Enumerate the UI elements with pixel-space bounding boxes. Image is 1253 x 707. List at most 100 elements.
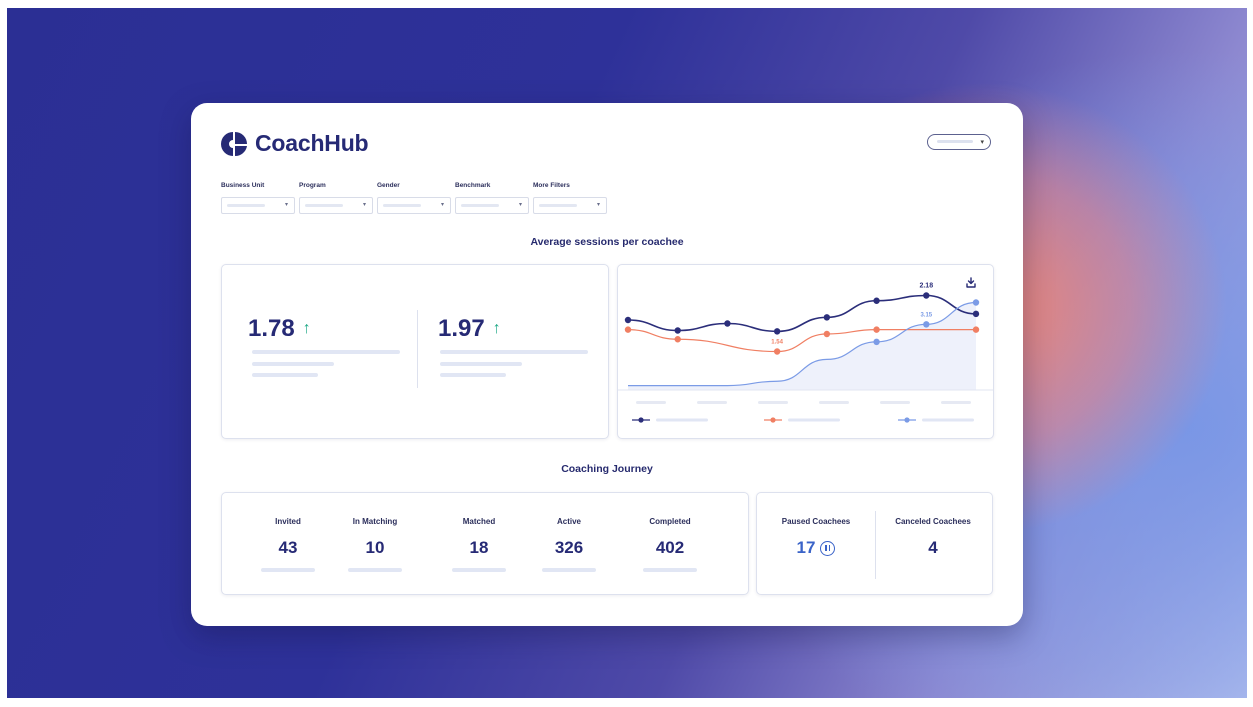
placeholder-bar [261, 568, 315, 572]
filter-label: More Filters [533, 182, 570, 189]
kpi-value: 1.97 [438, 315, 485, 342]
line-chart: 2.18 1.54 3.15 [618, 277, 993, 423]
paused-coachees: Paused Coachees 17 [771, 517, 861, 558]
paused-value: 17 [796, 538, 816, 557]
legend-label-placeholder [656, 418, 708, 422]
x-tick-placeholder [636, 401, 666, 404]
data-label: 1.54 [771, 340, 783, 346]
filter-business-unit: Business Unit ▾ [221, 182, 295, 214]
x-tick-placeholder [819, 401, 849, 404]
data-point [823, 330, 831, 338]
divider [875, 511, 876, 579]
brand-logo: CoachHub [221, 130, 369, 157]
data-point [972, 310, 980, 318]
journey-panel: Invited 43 In Matching 10 Matched 18 Act… [221, 492, 749, 595]
stage-label: Active [556, 517, 581, 526]
data-point [773, 328, 781, 335]
kpi-2: 1.97 ↑ [438, 315, 501, 343]
paused-value-row: 17 [771, 538, 861, 558]
chevron-down-icon: ▾ [362, 202, 366, 208]
chevron-down-icon: ▾ [284, 202, 288, 208]
filter-benchmark: Benchmark ▾ [455, 182, 529, 214]
placeholder-bar [643, 568, 697, 572]
chart-panel: 2.18 1.54 3.15 [617, 264, 994, 439]
data-point [873, 297, 880, 304]
data-point [972, 299, 980, 306]
data-point [923, 321, 930, 328]
stage-in-matching: In Matching 10 [330, 517, 420, 572]
x-tick-placeholder [697, 401, 727, 404]
data-point [674, 327, 681, 334]
data-label: 3.15 [920, 312, 932, 318]
chevron-down-icon: ▾ [518, 202, 522, 208]
kpi-value: 1.78 [248, 315, 295, 342]
stage-value: 10 [365, 538, 385, 557]
filter-select[interactable]: ▾ [299, 197, 373, 214]
legend-label-placeholder [922, 418, 974, 422]
stage-value: 402 [655, 538, 685, 557]
stage-label: Matched [462, 517, 496, 526]
stage-value: 18 [469, 538, 489, 557]
filter-select[interactable]: ▾ [455, 197, 529, 214]
data-point [624, 316, 632, 324]
canceled-value: 4 [928, 538, 938, 557]
download-icon[interactable] [966, 277, 976, 288]
data-label: 2.18 [919, 283, 933, 290]
canceled-label: Canceled Coachees [895, 517, 971, 526]
coachhub-logo-icon [221, 131, 247, 156]
paused-label: Paused Coachees [781, 517, 851, 526]
placeholder-bar [452, 568, 506, 572]
data-point [624, 326, 632, 333]
placeholder-bar [252, 350, 400, 354]
placeholder-bar [348, 568, 402, 572]
placeholder-bar [440, 373, 506, 377]
kpi-panel: 1.78 ↑ 1.97 ↑ [221, 264, 609, 439]
filter-select[interactable]: ▾ [221, 197, 295, 214]
pause-circle-icon[interactable] [820, 540, 836, 556]
legend-swatch-dot [904, 417, 910, 423]
data-point [873, 338, 880, 346]
data-point [873, 326, 880, 333]
filter-select[interactable]: ▾ [377, 197, 451, 214]
data-point [674, 336, 681, 343]
canceled-coachees: Canceled Coachees 4 [885, 517, 981, 558]
x-tick-placeholder [758, 401, 788, 404]
data-point [724, 320, 731, 327]
placeholder-bar [542, 568, 596, 572]
data-point [972, 326, 980, 333]
arrow-up-icon: ↑ [302, 320, 311, 337]
data-point [773, 348, 781, 355]
stage-matched: Matched 18 [434, 517, 524, 572]
chevron-down-icon: ▾ [980, 138, 984, 146]
placeholder-bar [252, 362, 334, 366]
data-point [823, 314, 831, 321]
x-tick-placeholder [941, 401, 971, 404]
divider [417, 310, 418, 388]
journey-title: Coaching Journey [561, 463, 653, 475]
filter-select[interactable]: ▾ [533, 197, 607, 214]
account-dropdown[interactable]: ▾ [927, 134, 991, 150]
filter-more: More Filters ▾ [533, 182, 607, 214]
filter-gender: Gender ▾ [377, 182, 451, 214]
legend-swatch-dot [770, 417, 776, 423]
filter-label: Gender [377, 182, 400, 189]
status-panel: Paused Coachees 17 Canceled Coachees 4 [756, 492, 993, 595]
arrow-up-icon: ↑ [492, 320, 501, 337]
legend-swatch-dot [638, 417, 644, 423]
placeholder-bar [440, 362, 522, 366]
filter-bar: Business Unit ▾ Program ▾ Gender ▾ Bench… [221, 182, 611, 214]
chevron-down-icon: ▾ [440, 202, 444, 208]
filter-label: Business Unit [221, 182, 265, 189]
filter-program: Program ▾ [299, 182, 373, 214]
stage-value: 43 [278, 538, 298, 557]
placeholder-bar [440, 350, 588, 354]
x-tick-placeholder [880, 401, 910, 404]
kpi-1: 1.78 ↑ [248, 315, 311, 343]
filter-label: Benchmark [455, 182, 491, 189]
chevron-down-icon: ▾ [596, 202, 600, 208]
sessions-title: Average sessions per coachee [530, 236, 684, 248]
data-point [923, 292, 930, 299]
filter-label: Program [299, 182, 326, 189]
stage-invited: Invited 43 [243, 517, 333, 572]
stage-label: Completed [649, 517, 691, 526]
